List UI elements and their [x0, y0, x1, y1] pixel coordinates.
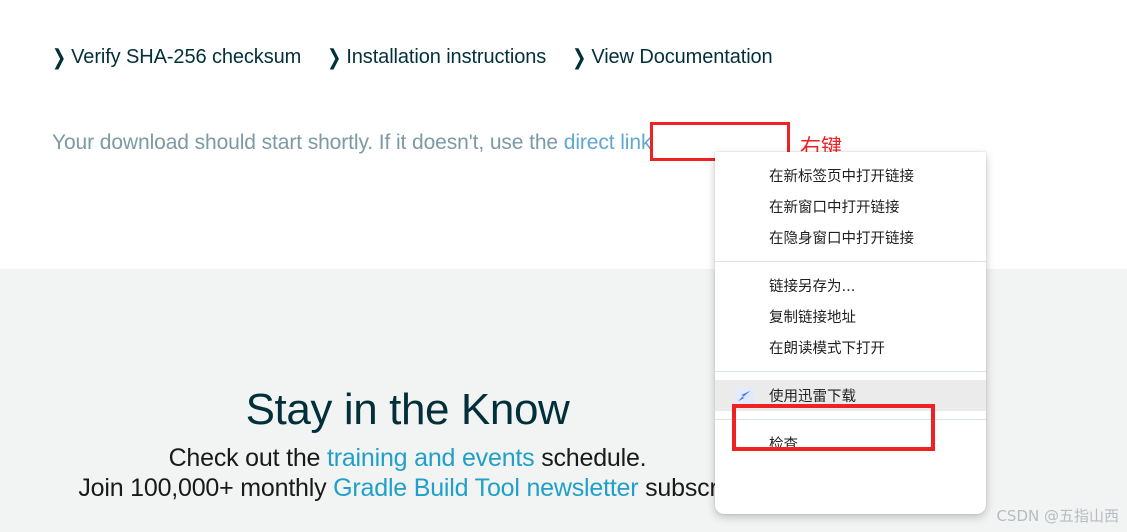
context-menu-group-xunlei: 使用迅雷下载	[715, 372, 986, 419]
menu-item-inspect[interactable]: 检查	[715, 428, 986, 459]
quick-links-row: ❯ Verify SHA-256 checksum ❯ Installation…	[52, 45, 773, 70]
gradle-newsletter-link[interactable]: Gradle Build Tool newsletter	[333, 474, 638, 502]
direct-link[interactable]: direct link	[564, 131, 652, 154]
quick-link-verify-checksum[interactable]: ❯ Verify SHA-256 checksum	[52, 45, 302, 70]
menu-item-save-link-as[interactable]: 链接另存为...	[715, 270, 986, 301]
quick-link-label: Verify SHA-256 checksum	[71, 46, 302, 68]
page-root: ❯ Verify SHA-256 checksum ❯ Installation…	[0, 0, 1127, 532]
quick-link-label: Installation instructions	[346, 46, 547, 68]
context-menu-group-open: 在新标签页中打开链接 在新窗口中打开链接 在隐身窗口中打开链接	[715, 152, 986, 261]
quick-link-label: View Documentation	[591, 46, 773, 68]
menu-item-open-in-incognito-window[interactable]: 在隐身窗口中打开链接	[715, 222, 986, 253]
download-notice: Your download should start shortly. If i…	[52, 131, 651, 155]
context-menu-group-inspect: 检查	[715, 420, 986, 467]
menu-item-label: 在朗读模式下打开	[769, 341, 885, 357]
menu-item-open-in-reading-mode[interactable]: 在朗读模式下打开	[715, 332, 986, 363]
csdn-watermark: CSDN @五指山西	[996, 507, 1119, 525]
menu-item-open-in-new-tab[interactable]: 在新标签页中打开链接	[715, 160, 986, 191]
menu-item-open-in-new-window[interactable]: 在新窗口中打开链接	[715, 191, 986, 222]
menu-item-label: 链接另存为...	[769, 279, 856, 295]
quick-link-view-documentation[interactable]: ❯ View Documentation	[572, 45, 773, 70]
newsletter-line-2-prefix: Join 100,000+ monthly	[78, 474, 334, 502]
menu-item-label: 检查	[769, 437, 798, 453]
chevron-right-icon: ❯	[327, 45, 342, 70]
menu-item-label: 在隐身窗口中打开链接	[769, 231, 914, 247]
download-notice-text: Your download should start shortly. If i…	[52, 131, 564, 154]
quick-link-installation-instructions[interactable]: ❯ Installation instructions	[327, 45, 547, 70]
newsletter-line-1-prefix: Check out the	[168, 444, 327, 472]
chevron-right-icon: ❯	[52, 45, 67, 70]
newsletter-line-1: Check out the training and events schedu…	[0, 444, 815, 473]
chevron-right-icon: ❯	[572, 45, 587, 70]
menu-item-label: 在新标签页中打开链接	[769, 169, 914, 185]
training-and-events-link[interactable]: training and events	[327, 444, 535, 472]
menu-item-download-with-xunlei[interactable]: 使用迅雷下载	[715, 380, 986, 411]
newsletter-heading: Stay in the Know	[245, 385, 570, 434]
xunlei-icon	[735, 386, 754, 405]
browser-context-menu[interactable]: 在新标签页中打开链接 在新窗口中打开链接 在隐身窗口中打开链接 链接另存为...…	[715, 152, 986, 514]
newsletter-line-2: Join 100,000+ monthly Gradle Build Tool …	[0, 474, 815, 503]
menu-item-label: 在新窗口中打开链接	[769, 200, 900, 216]
menu-item-label: 复制链接地址	[769, 310, 856, 326]
newsletter-line-1-suffix: schedule.	[534, 444, 647, 472]
menu-item-label: 使用迅雷下载	[769, 389, 856, 405]
context-menu-group-link-actions: 链接另存为... 复制链接地址 在朗读模式下打开	[715, 262, 986, 371]
menu-item-copy-link-address[interactable]: 复制链接地址	[715, 301, 986, 332]
